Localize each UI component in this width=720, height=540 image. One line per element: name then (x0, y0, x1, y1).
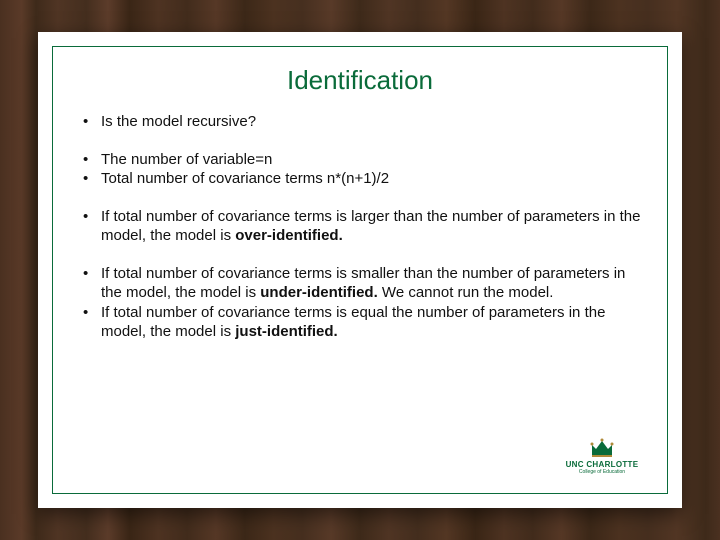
slide-content: • Is the model recursive? • The number o… (77, 112, 643, 342)
bullet-dot-icon: • (83, 303, 101, 342)
bullet-text: The number of variable=n (101, 150, 643, 170)
bullet-group: • If total number of covariance terms is… (77, 264, 643, 342)
bullet-dot-icon: • (83, 112, 101, 132)
bullet-group: • Is the model recursive? (77, 112, 643, 132)
bullet-text: If total number of covariance terms is e… (101, 303, 643, 342)
list-item: • If total number of covariance terms is… (77, 207, 643, 246)
slide-title: Identification (77, 65, 643, 96)
list-item: • If total number of covariance terms is… (77, 264, 643, 303)
slide-card: Identification • Is the model recursive?… (38, 32, 682, 508)
text-fragment: If total number of covariance terms is l… (101, 208, 640, 245)
text-fragment: We cannot run the model. (378, 284, 554, 301)
list-item: • The number of variable=n (77, 150, 643, 170)
crown-icon (588, 437, 616, 459)
text-fragment: If total number of covariance terms is e… (101, 304, 605, 341)
logo-subtitle: College of Education (579, 470, 625, 475)
bullet-text: If total number of covariance terms is l… (101, 207, 643, 246)
slide-inner-border: Identification • Is the model recursive?… (52, 46, 668, 494)
bullet-group: • The number of variable=n • Total numbe… (77, 150, 643, 189)
bullet-dot-icon: • (83, 264, 101, 303)
text-bold: under-identified. (260, 284, 378, 301)
list-item: • Total number of covariance terms n*(n+… (77, 169, 643, 189)
list-item: • Is the model recursive? (77, 112, 643, 132)
bullet-dot-icon: • (83, 207, 101, 246)
bullet-text: If total number of covariance terms is s… (101, 264, 643, 303)
bullet-group: • If total number of covariance terms is… (77, 207, 643, 246)
bullet-text: Is the model recursive? (101, 112, 643, 132)
unc-charlotte-logo: UNC CHARLOTTE College of Education (559, 429, 645, 483)
logo-name: UNC CHARLOTTE (566, 461, 639, 469)
bullet-dot-icon: • (83, 169, 101, 189)
list-item: • If total number of covariance terms is… (77, 303, 643, 342)
bullet-text: Total number of covariance terms n*(n+1)… (101, 169, 643, 189)
text-bold: just-identified. (235, 323, 338, 340)
text-bold: over-identified. (235, 227, 343, 244)
bullet-dot-icon: • (83, 150, 101, 170)
